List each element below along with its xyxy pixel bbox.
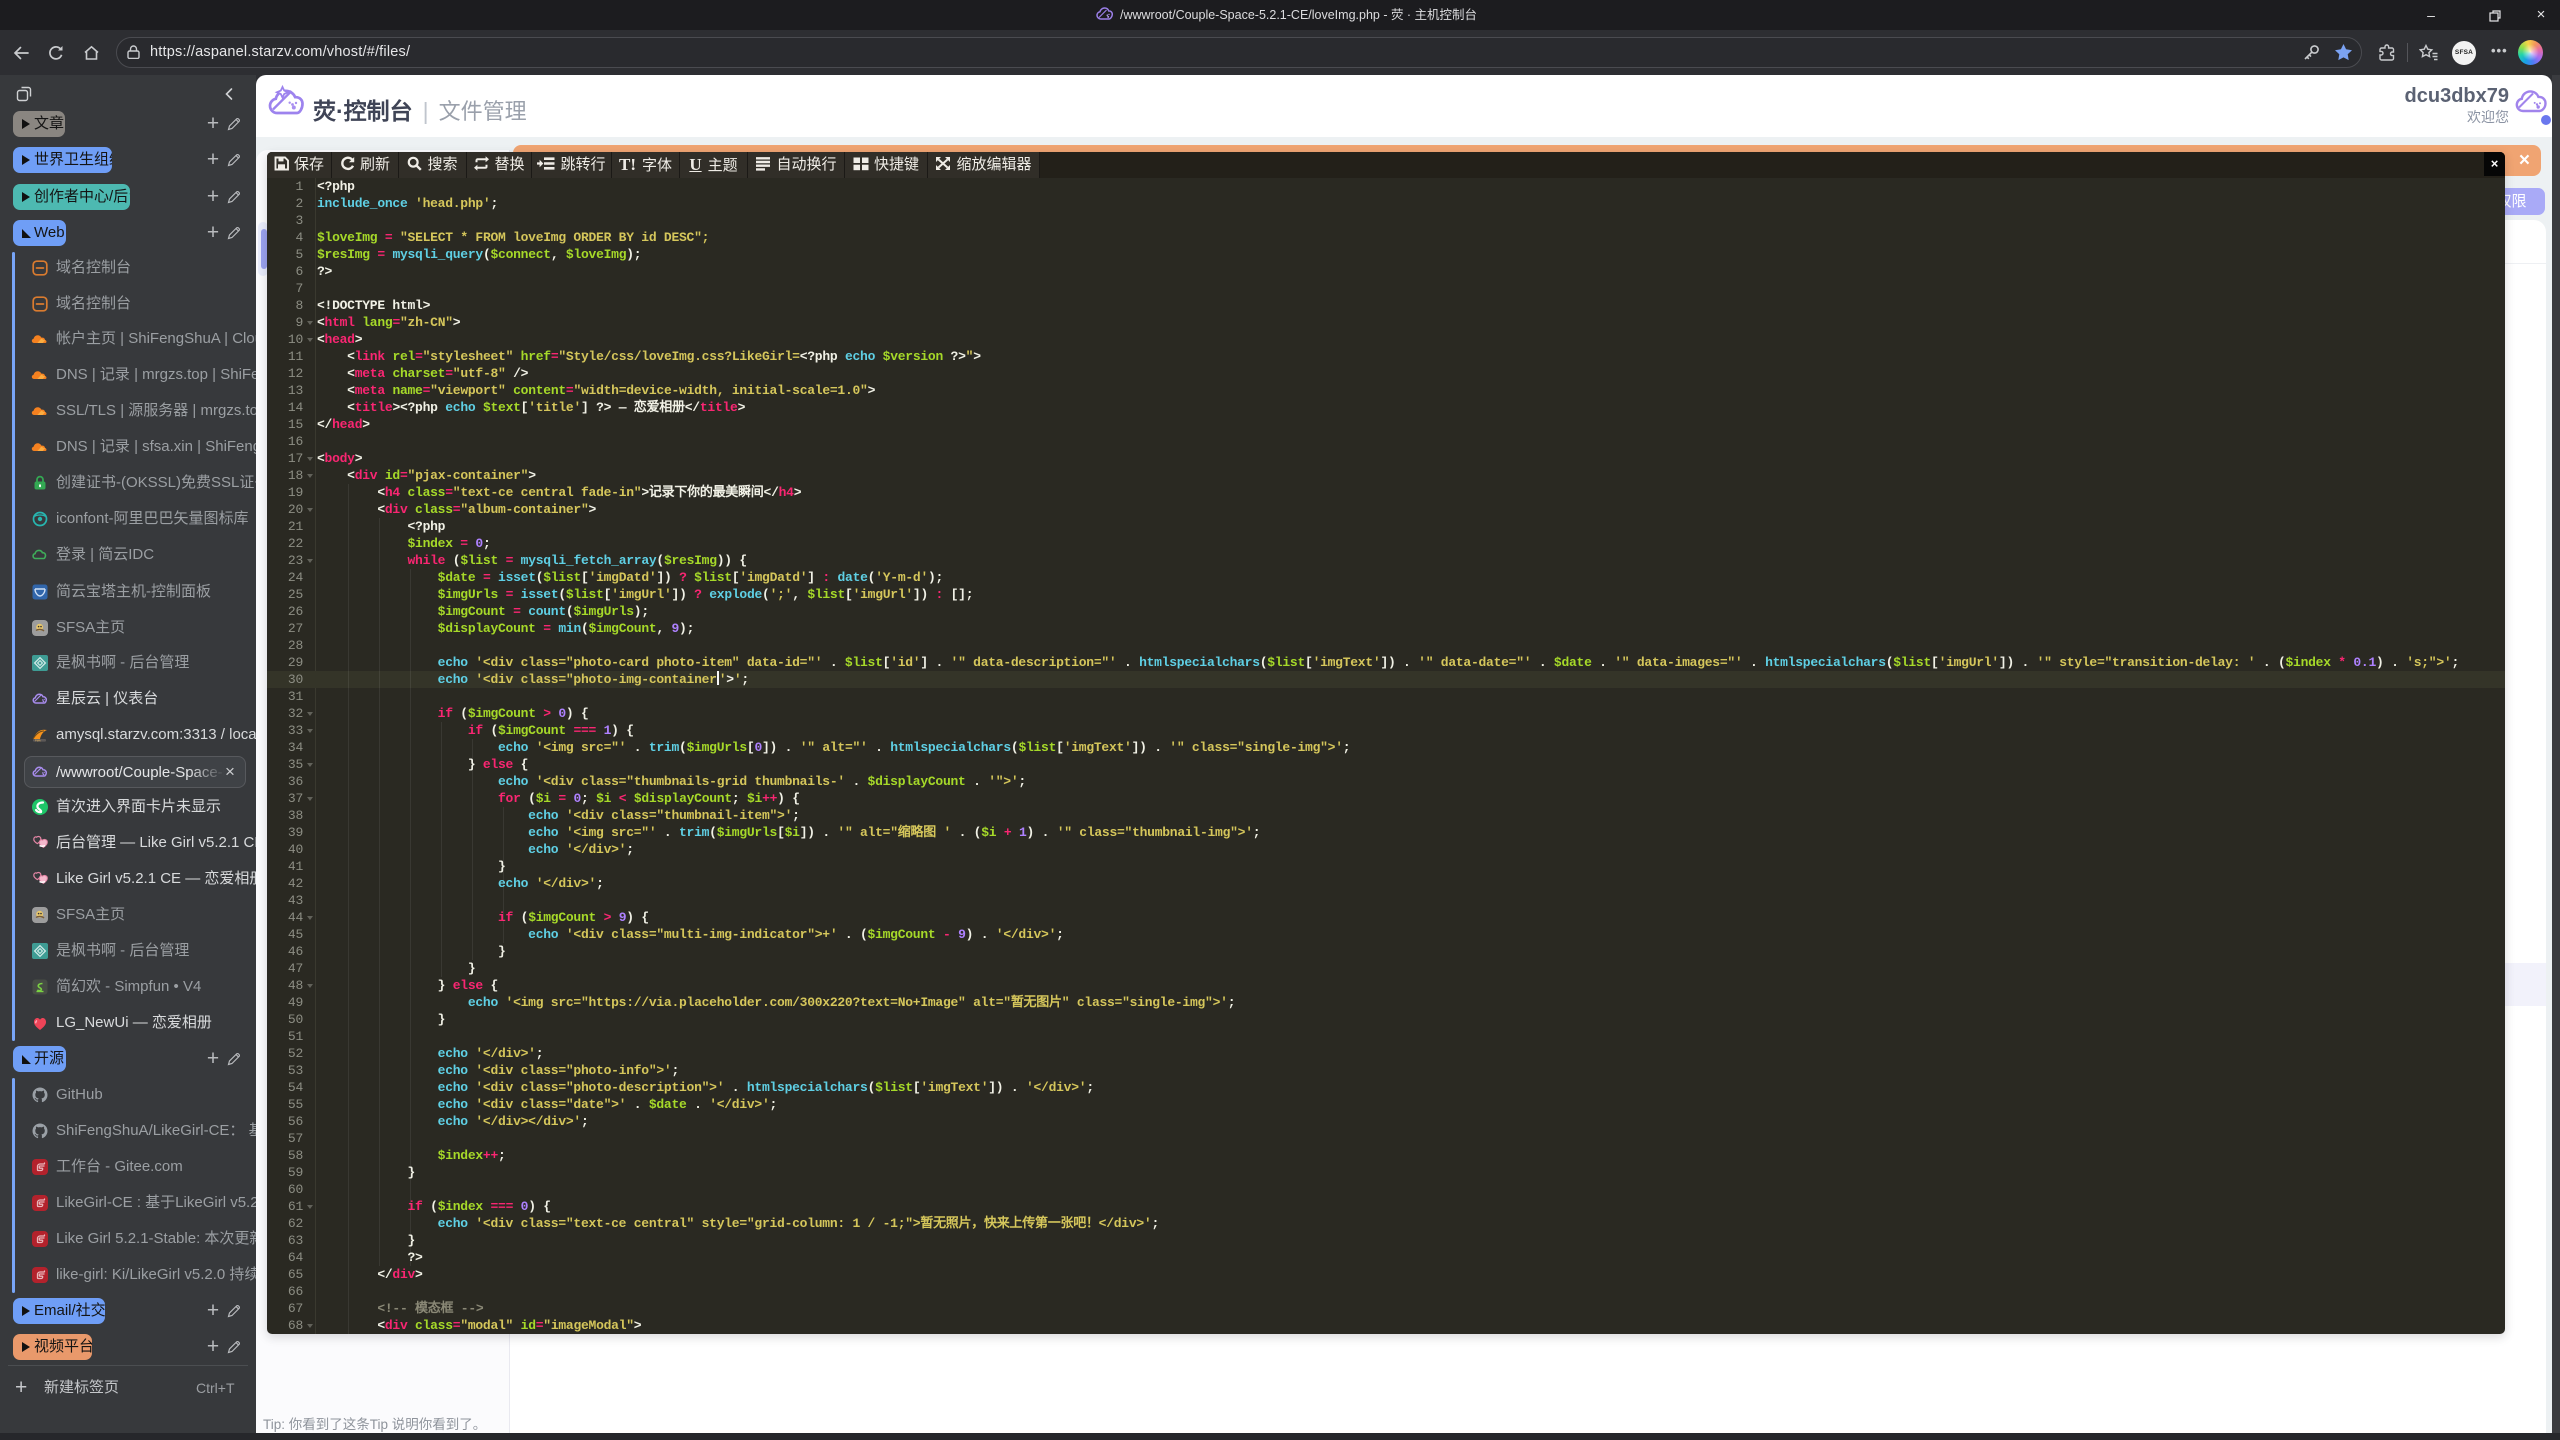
svg-text:PMA: PMA [35, 738, 41, 742]
